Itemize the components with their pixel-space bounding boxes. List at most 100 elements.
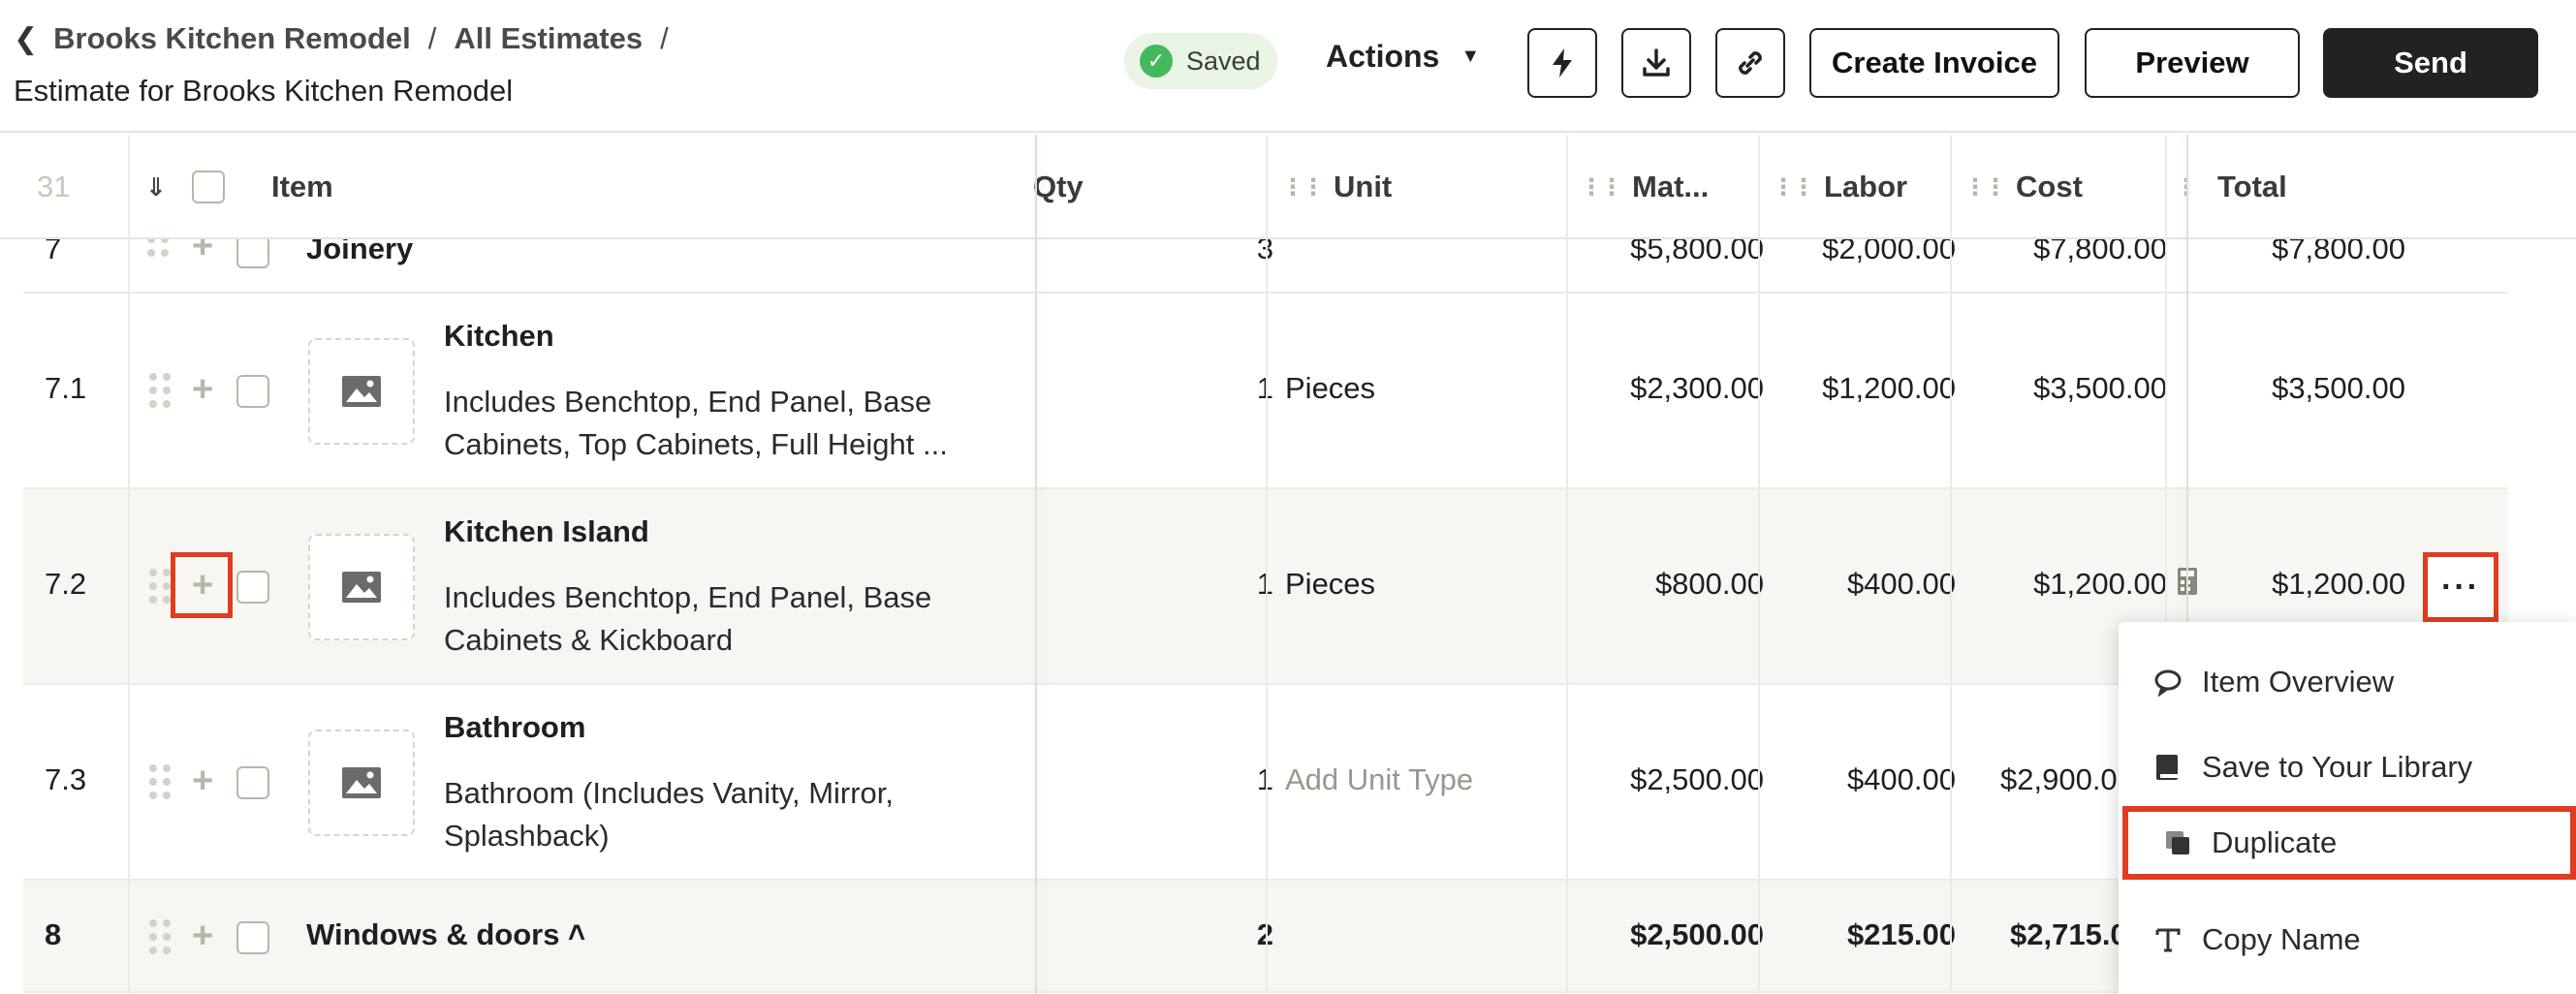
more-dots-icon: ···	[2441, 568, 2480, 606]
drag-handle-icon[interactable]	[149, 919, 171, 954]
row-number: 7.1	[45, 371, 87, 405]
column-divider	[1266, 135, 1268, 994]
breadcrumb-estimates-link[interactable]: All Estimates	[454, 21, 643, 56]
cost-cell: $2,715.0	[2010, 917, 2127, 951]
add-item-icon[interactable]: +	[192, 371, 213, 408]
qty-cell[interactable]: 1	[1041, 567, 1273, 602]
qty-cell[interactable]: 3	[1041, 239, 1273, 266]
preview-button[interactable]: Preview	[2085, 28, 2300, 98]
item-description[interactable]: Includes Benchtop, End Panel, Base Cabin…	[444, 381, 967, 466]
item-name[interactable]: Bathroom	[444, 710, 585, 745]
item-image-placeholder[interactable]	[308, 534, 415, 640]
row-checkbox[interactable]	[236, 921, 269, 954]
item-description[interactable]: Bathroom (Includes Vanity, Mirror, Splas…	[444, 772, 967, 857]
qty-cell[interactable]: 1	[1041, 762, 1273, 797]
saved-label: Saved	[1186, 46, 1261, 76]
row-options-menu: Item Overview Save to Your Library Dupli…	[2119, 622, 2576, 994]
breadcrumb: ❮ Brooks Kitchen Remodel / All Estimates…	[14, 21, 686, 56]
labor-cell[interactable]: $400.00	[1710, 762, 1956, 797]
drag-handle-icon[interactable]: ⋮⋮	[1281, 173, 1325, 202]
actions-label: Actions	[1326, 39, 1440, 74]
actions-dropdown[interactable]: Actions ▼	[1326, 39, 1480, 75]
row-count: 31	[37, 170, 71, 203]
drag-handle-icon[interactable]	[149, 373, 171, 408]
column-header-item[interactable]: Item	[271, 135, 333, 239]
unit-cell[interactable]: Pieces	[1285, 371, 1375, 406]
send-button[interactable]: Send	[2323, 28, 2538, 98]
column-header-qty[interactable]: Qty	[1033, 135, 1084, 239]
back-chevron-icon[interactable]: ❮	[14, 22, 38, 56]
frozen-column-divider	[1035, 135, 1037, 994]
link-icon	[1739, 51, 1762, 75]
menu-item-overview[interactable]: Item Overview	[2119, 645, 2576, 719]
caret-down-icon: ▼	[1461, 46, 1481, 67]
row-number: 7.2	[45, 567, 87, 601]
breadcrumb-separator: /	[427, 21, 437, 55]
library-icon	[2153, 753, 2183, 782]
drag-handle-icon[interactable]	[149, 569, 171, 604]
cost-cell: $3,500.00	[2033, 371, 2167, 405]
row-checkbox[interactable]	[236, 375, 269, 408]
row-number: 7	[45, 239, 62, 265]
column-header-unit[interactable]: ⋮⋮ Unit	[1281, 135, 1392, 239]
drag-handle-icon[interactable]: ⋮⋮	[1580, 173, 1623, 202]
column-divider	[1758, 135, 1760, 994]
cost-cell: $7,800.00	[2033, 239, 2167, 265]
copy-link-button[interactable]	[1715, 28, 1785, 98]
item-name[interactable]: Kitchen	[444, 319, 554, 354]
drag-handle-icon[interactable]: ⋮⋮	[1772, 173, 1815, 202]
row-number: 7.3	[45, 762, 87, 796]
row-checkbox[interactable]	[236, 571, 269, 604]
add-item-icon[interactable]: +	[192, 917, 213, 954]
drag-handle-icon[interactable]: ⋮⋮	[1963, 173, 2007, 202]
total-cell: $3,500.00	[2272, 371, 2405, 405]
create-invoice-button[interactable]: Create Invoice	[1809, 28, 2059, 98]
item-name[interactable]: Kitchen Island	[444, 514, 649, 549]
item-description[interactable]: Includes Benchtop, End Panel, Base Cabin…	[444, 576, 967, 662]
qty-cell[interactable]: 2	[1041, 917, 1273, 952]
drag-handle-icon[interactable]	[149, 764, 171, 799]
unit-cell-placeholder[interactable]: Add Unit Type	[1285, 762, 1473, 797]
column-divider	[128, 135, 130, 994]
select-all-checkbox[interactable]	[192, 171, 225, 203]
breadcrumb-project-link[interactable]: Brooks Kitchen Remodel	[53, 21, 411, 56]
add-item-icon[interactable]: +	[192, 239, 213, 264]
row-checkbox[interactable]	[236, 766, 269, 799]
column-divider	[1566, 135, 1568, 994]
collapse-all-icon[interactable]: ⇓	[145, 135, 167, 239]
menu-item-save-library[interactable]: Save to Your Library	[2119, 730, 2576, 804]
chevron-up-icon[interactable]: ˄	[568, 916, 585, 950]
labor-cell: $215.00	[1846, 917, 1956, 951]
cost-cell: $2,900.0	[2000, 762, 2118, 796]
page-header: ❮ Brooks Kitchen Remodel / All Estimates…	[0, 0, 2576, 133]
group-name[interactable]: Joinery	[306, 239, 413, 266]
column-header-labor[interactable]: ⋮⋮ Labor	[1772, 135, 1907, 239]
lightning-button[interactable]	[1527, 28, 1597, 98]
column-header-total[interactable]: Total	[2217, 135, 2287, 239]
menu-item-copy-name[interactable]: Copy Name	[2119, 903, 2576, 977]
row-checkbox[interactable]	[236, 239, 269, 268]
add-item-icon[interactable]: +	[192, 762, 213, 799]
row-more-options-button[interactable]: ···	[2423, 552, 2498, 622]
drag-handle-icon[interactable]	[147, 239, 169, 257]
download-icon	[1643, 48, 1670, 77]
menu-item-duplicate[interactable]: Duplicate	[2122, 806, 2576, 880]
row-number: 8	[45, 917, 62, 951]
image-icon	[342, 572, 381, 603]
download-button[interactable]	[1621, 28, 1691, 98]
group-name[interactable]: Windows & doors	[306, 917, 560, 952]
image-icon	[342, 376, 381, 407]
column-header-materials[interactable]: ⋮⋮ Mat...	[1580, 135, 1709, 239]
column-drag-handle[interactable]: ⋮	[2175, 135, 2207, 239]
cost-cell: $1,200.00	[2033, 567, 2167, 601]
item-image-placeholder[interactable]	[308, 338, 415, 445]
total-cell: $1,200.00	[2272, 567, 2405, 601]
column-divider	[1950, 135, 1952, 994]
item-image-placeholder[interactable]	[308, 730, 415, 836]
check-icon: ✓	[1140, 45, 1173, 78]
total-cell: $7,800.00	[2272, 239, 2405, 265]
column-header-cost[interactable]: ⋮⋮ Cost	[1963, 135, 2083, 239]
highlight-add-item	[171, 552, 233, 618]
qty-cell[interactable]: 1	[1041, 371, 1273, 406]
unit-cell[interactable]: Pieces	[1285, 567, 1375, 602]
